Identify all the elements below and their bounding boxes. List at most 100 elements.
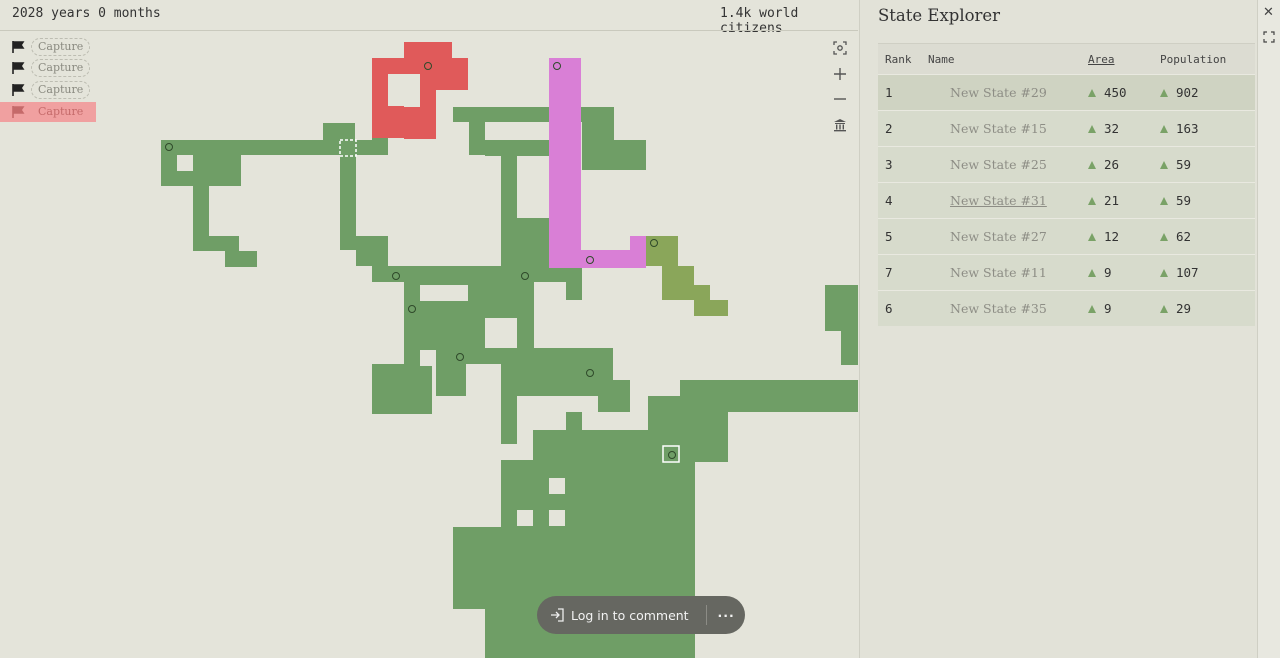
territory-green[interactable] bbox=[436, 364, 466, 396]
trend-up-icon bbox=[1160, 124, 1168, 133]
state-name-cell[interactable]: New State #35 bbox=[928, 301, 1088, 316]
trend-up-icon bbox=[1160, 268, 1168, 277]
world-map[interactable]: 2028 years 0 months 1.4k world citizens … bbox=[0, 0, 858, 658]
state-name-cell[interactable]: New State #25 bbox=[928, 157, 1088, 172]
population-cell: 59 bbox=[1160, 157, 1255, 172]
territory-hole[interactable] bbox=[177, 155, 193, 171]
rank-cell: 4 bbox=[885, 193, 893, 208]
state-name-cell[interactable]: New State #31 bbox=[928, 193, 1088, 208]
rank-cell: 6 bbox=[885, 301, 893, 316]
trend-up-icon bbox=[1088, 88, 1096, 97]
rank-header[interactable]: Rank bbox=[878, 53, 928, 66]
territory-green[interactable] bbox=[485, 527, 695, 658]
territory-green[interactable] bbox=[485, 140, 549, 156]
territory-olive[interactable] bbox=[646, 236, 678, 266]
territory-hole[interactable] bbox=[485, 318, 517, 348]
territory-green[interactable] bbox=[356, 236, 388, 266]
territory-green[interactable] bbox=[340, 155, 356, 250]
close-icon[interactable]: ✕ bbox=[1263, 5, 1274, 20]
capture-button[interactable]: Capture bbox=[31, 38, 91, 56]
territory-map[interactable] bbox=[0, 0, 858, 658]
trend-up-icon bbox=[1088, 304, 1096, 313]
territory-red[interactable] bbox=[404, 42, 452, 58]
state-table: Rank Name Area Population 1 New State #29… bbox=[878, 43, 1255, 326]
name-header[interactable]: Name bbox=[928, 53, 1088, 66]
territory-green[interactable] bbox=[566, 412, 582, 442]
zoom-out-icon[interactable] bbox=[829, 88, 851, 110]
territory-green[interactable] bbox=[372, 364, 432, 414]
territory-olive[interactable] bbox=[662, 266, 694, 300]
territory-green[interactable] bbox=[841, 320, 858, 365]
territory-green[interactable] bbox=[566, 266, 582, 300]
territory-hole[interactable] bbox=[388, 74, 420, 106]
territory-pink[interactable] bbox=[630, 236, 646, 268]
capture-button[interactable]: Capture bbox=[31, 103, 90, 121]
capture-button[interactable]: Capture bbox=[31, 81, 91, 99]
expand-icon[interactable] bbox=[1263, 31, 1275, 47]
table-row[interactable]: 6 New State #35 9 29 bbox=[878, 290, 1255, 326]
flag-icon bbox=[12, 62, 25, 74]
population-cell: 163 bbox=[1160, 121, 1255, 136]
territory-green[interactable] bbox=[225, 251, 257, 267]
territory-green[interactable] bbox=[598, 380, 630, 412]
capture-button[interactable]: Capture bbox=[31, 59, 91, 77]
territory-green[interactable] bbox=[501, 155, 517, 266]
territory-green[interactable] bbox=[598, 107, 614, 140]
territory-green[interactable] bbox=[501, 364, 517, 444]
capture-item-active[interactable]: Capture bbox=[0, 102, 96, 122]
territory-hole[interactable] bbox=[420, 350, 436, 366]
login-to-comment-button[interactable]: Log in to comment bbox=[537, 596, 706, 634]
territory-hole[interactable] bbox=[420, 285, 468, 301]
territory-olive[interactable] bbox=[694, 285, 710, 301]
population-header[interactable]: Population bbox=[1160, 53, 1255, 66]
state-name-cell[interactable]: New State #29 bbox=[928, 85, 1088, 100]
table-row[interactable]: 3 New State #25 26 59 bbox=[878, 146, 1255, 182]
territory-green[interactable] bbox=[517, 218, 549, 266]
area-cell: 9 bbox=[1088, 265, 1160, 280]
territory-green[interactable] bbox=[582, 348, 598, 396]
world-citizens-count: 1.4k world citizens bbox=[720, 6, 799, 36]
zoom-in-icon[interactable] bbox=[829, 63, 851, 85]
trend-up-icon bbox=[1088, 268, 1096, 277]
territory-hole[interactable] bbox=[517, 510, 533, 526]
trend-up-icon bbox=[1088, 196, 1096, 205]
capture-item[interactable]: Capture bbox=[0, 80, 96, 100]
table-row[interactable]: 7 New State #11 9 107 bbox=[878, 254, 1255, 290]
state-name-cell[interactable]: New State #27 bbox=[928, 229, 1088, 244]
area-value: 9 bbox=[1104, 301, 1112, 316]
landmark-icon[interactable] bbox=[829, 114, 851, 136]
population-value: 107 bbox=[1176, 265, 1199, 280]
territory-green[interactable] bbox=[323, 123, 355, 155]
territory-olive[interactable] bbox=[694, 300, 728, 316]
territory-hole[interactable] bbox=[549, 510, 565, 526]
territory-green[interactable] bbox=[680, 380, 858, 412]
territory-hole[interactable] bbox=[549, 478, 565, 494]
territory-green[interactable] bbox=[372, 266, 582, 282]
table-row[interactable]: 5 New State #27 12 62 bbox=[878, 218, 1255, 254]
rank-cell: 2 bbox=[885, 121, 893, 136]
territory-red[interactable] bbox=[404, 107, 436, 139]
territory-red[interactable] bbox=[420, 90, 436, 108]
area-value: 32 bbox=[1104, 121, 1120, 136]
population-cell: 902 bbox=[1160, 85, 1255, 100]
state-name-cell[interactable]: New State #15 bbox=[928, 121, 1088, 136]
territory-green[interactable] bbox=[582, 140, 646, 170]
trend-up-icon bbox=[1160, 88, 1168, 97]
capture-item[interactable]: Capture bbox=[0, 37, 96, 57]
table-row[interactable]: 1 New State #29 450 902 bbox=[878, 74, 1255, 110]
capture-item[interactable]: Capture bbox=[0, 58, 96, 78]
table-row[interactable]: 2 New State #15 32 163 bbox=[878, 110, 1255, 146]
territory-green[interactable] bbox=[469, 107, 485, 155]
area-cell: 12 bbox=[1088, 229, 1160, 244]
focus-icon[interactable] bbox=[829, 37, 851, 59]
territory-hole[interactable] bbox=[469, 366, 501, 382]
trend-up-icon bbox=[1160, 160, 1168, 169]
territory-green[interactable] bbox=[209, 236, 239, 251]
state-name-cell[interactable]: New State #11 bbox=[928, 265, 1088, 280]
more-options-button[interactable]: ··· bbox=[707, 608, 745, 623]
territory-green[interactable] bbox=[193, 186, 209, 251]
area-value: 9 bbox=[1104, 265, 1112, 280]
area-header[interactable]: Area bbox=[1088, 53, 1160, 66]
territory-pink[interactable] bbox=[549, 58, 581, 268]
table-row[interactable]: 4 New State #31 21 59 bbox=[878, 182, 1255, 218]
